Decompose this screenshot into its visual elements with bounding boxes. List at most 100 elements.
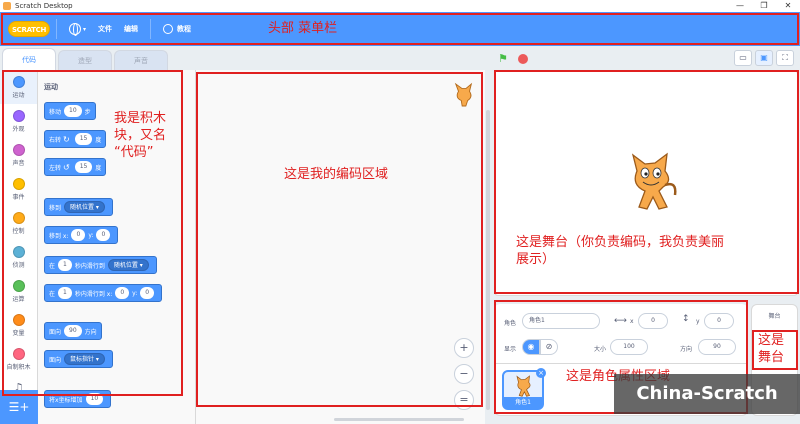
edit-menu[interactable]: 编辑	[118, 12, 144, 46]
scratch-logo[interactable]: SCRATCH	[8, 21, 50, 37]
extension-icon: ☰+	[8, 400, 30, 414]
globe-icon	[69, 23, 81, 36]
block-input[interactable]: 90	[64, 325, 82, 337]
category-sensing[interactable]: 侦测	[0, 240, 37, 274]
block-input[interactable]: 0	[140, 287, 155, 299]
hide-button[interactable]: ⊘	[540, 339, 558, 355]
close-button[interactable]: ✕	[776, 0, 800, 12]
category-label: 事件	[12, 193, 25, 201]
block-goto-xy[interactable]: 移到 x: 0 y: 0	[44, 226, 119, 244]
category-color-dot	[12, 109, 25, 122]
menu-divider	[56, 19, 57, 39]
category-control[interactable]: 控制	[0, 206, 37, 240]
block-point-towards[interactable]: 面向 鼠标指针 ▾	[44, 350, 113, 368]
tab-costumes[interactable]: 造型	[58, 50, 112, 70]
category-label: 控制	[12, 227, 25, 235]
block-text: 移到 x:	[49, 232, 69, 240]
block-glide-xy[interactable]: 在 1 秒内滑行到 x: 0 y: 0	[44, 284, 163, 302]
scratch-app-icon	[3, 2, 11, 10]
block-input[interactable]: 10	[85, 393, 104, 405]
block-text: 秒内滑行到	[74, 262, 105, 270]
block-text: 度	[95, 164, 102, 172]
sprite-name-input[interactable]: 角色1	[522, 313, 600, 329]
block-turn-right[interactable]: 右转 ↻ 15 度	[44, 130, 107, 148]
block-input[interactable]: 15	[74, 161, 93, 173]
sprite-tile-label: 角色1	[504, 397, 542, 408]
menu-bar: SCRATCH ▾ 文件 编辑 教程	[0, 12, 800, 46]
category-label: 运动	[12, 91, 25, 99]
block-point-direction[interactable]: 面向 90 方向	[44, 322, 102, 340]
block-turn-left[interactable]: 左转 ↺ 15 度	[44, 158, 107, 176]
annotation-code: 这是我的编码区域	[284, 167, 389, 182]
show-button[interactable]: ◉	[522, 339, 540, 355]
workspace-horizontal-scrollbar[interactable]	[334, 418, 464, 421]
block-input[interactable]: 0	[71, 229, 86, 241]
block-text: 方向	[84, 328, 97, 336]
stop-button[interactable]	[518, 54, 528, 64]
block-glide-to[interactable]: 在 1 秒内滑行到 随机位置 ▾	[44, 256, 157, 274]
workspace-vertical-scrollbar[interactable]	[486, 110, 490, 410]
eye-icon: ◉	[527, 342, 535, 351]
block-dropdown[interactable]: 鼠标指针 ▾	[64, 353, 105, 365]
fullscreen-button[interactable]: ⛶	[776, 50, 794, 66]
annotation-menubar: 头部 菜单栏	[268, 21, 338, 36]
block-dropdown[interactable]: 随机位置 ▾	[107, 259, 149, 271]
category-events[interactable]: 事件	[0, 172, 37, 206]
x-input[interactable]: 0	[638, 313, 668, 329]
block-text: 移动	[49, 108, 62, 116]
category-operators[interactable]: 运算	[0, 274, 37, 308]
scratch-desktop-window: Scratch Desktop — ❐ ✕ SCRATCH ▾ 文件 编辑 教程…	[0, 0, 800, 424]
category-motion[interactable]: 运动	[0, 70, 37, 104]
category-label: 变量	[12, 329, 25, 337]
size-input[interactable]: 100	[610, 339, 648, 355]
block-change-x[interactable]: 将x坐标增加 10	[44, 390, 112, 408]
menu-divider	[150, 19, 152, 39]
tab-sounds[interactable]: 声音	[114, 50, 168, 70]
block-input[interactable]: 1	[58, 259, 72, 271]
file-menu[interactable]: 文件	[92, 12, 118, 46]
zoom-in-button[interactable]: +	[454, 338, 474, 358]
cat-sprite[interactable]	[625, 151, 679, 211]
category-color-dot	[12, 211, 25, 224]
category-looks[interactable]: 外观	[0, 104, 37, 138]
category-color-dot	[12, 245, 25, 258]
block-text: 度	[95, 136, 102, 144]
block-text: 面向	[49, 328, 62, 336]
block-dropdown[interactable]: 随机位置 ▾	[64, 201, 105, 213]
normal-stage-button[interactable]: ▣	[755, 50, 773, 66]
category-label: 运算	[12, 295, 25, 303]
sprite-tile[interactable]: 角色1 ×	[502, 368, 546, 410]
small-stage-button[interactable]: ▭	[734, 50, 752, 66]
zoom-reset-button[interactable]: =	[454, 390, 474, 410]
category-variables[interactable]: 变量	[0, 308, 37, 342]
block-move-steps[interactable]: 移动 10 步	[44, 102, 96, 120]
block-input[interactable]: 10	[64, 105, 82, 117]
minimize-button[interactable]: —	[728, 0, 752, 12]
green-flag-button[interactable]: ⚑	[498, 52, 508, 65]
category-color-dot	[12, 177, 25, 190]
sprite-thumbnail-icon	[454, 82, 473, 107]
block-input[interactable]: 0	[115, 287, 130, 299]
y-input[interactable]: 0	[704, 313, 734, 329]
category-my-blocks[interactable]: 自制积木	[0, 342, 37, 376]
add-extension-button[interactable]: ☰+	[0, 390, 38, 424]
language-menu[interactable]: ▾	[63, 12, 92, 46]
block-goto[interactable]: 移到 随机位置 ▾	[44, 198, 113, 216]
direction-input[interactable]: 90	[698, 339, 736, 355]
show-label: 显示	[504, 346, 517, 353]
category-sound[interactable]: 声音	[0, 138, 37, 172]
size-label: 大小	[594, 346, 607, 353]
category-label: 侦测	[12, 261, 25, 269]
zoom-out-button[interactable]: −	[454, 364, 474, 384]
cat-thumbnail-icon	[516, 375, 531, 397]
delete-sprite-button[interactable]: ×	[536, 368, 546, 378]
tab-code[interactable]: 代码	[2, 48, 56, 70]
code-workspace[interactable]	[195, 70, 485, 424]
block-input[interactable]: 1	[58, 287, 72, 299]
direction-label: 方向	[680, 346, 693, 353]
category-color-dot	[12, 75, 25, 88]
block-input[interactable]: 0	[96, 229, 111, 241]
block-input[interactable]: 15	[74, 133, 93, 145]
tutorials-menu[interactable]: 教程	[157, 12, 197, 46]
restore-button[interactable]: ❐	[752, 0, 776, 12]
